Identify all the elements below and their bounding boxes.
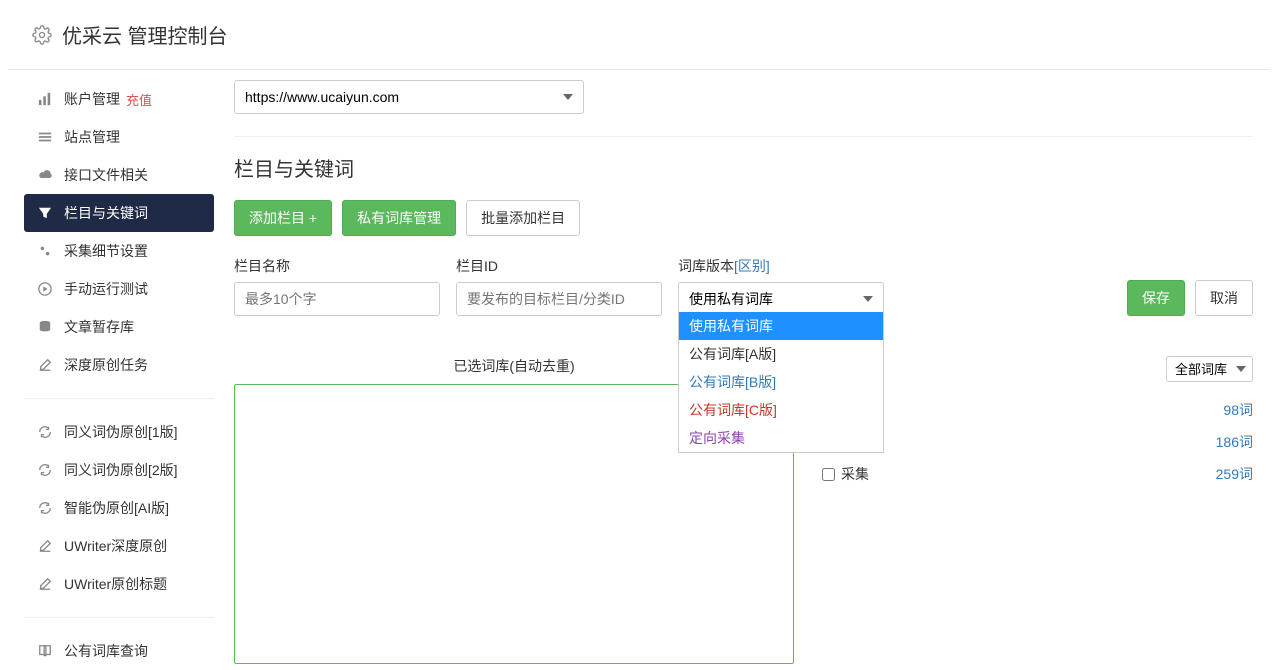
sidebar-item-label: 栏目与关键词 xyxy=(64,203,148,223)
column-name-input[interactable] xyxy=(234,282,440,316)
sidebar-item-label: 文章暂存库 xyxy=(64,317,134,337)
version-diff-link[interactable]: [区别] xyxy=(734,258,770,274)
sidebar-item-label: 同义词伪原创[2版] xyxy=(64,460,178,480)
gear-icon xyxy=(32,25,52,45)
section-title: 栏目与关键词 xyxy=(234,153,1253,182)
sidebar-item-label: UWriter深度原创 xyxy=(64,536,167,556)
save-button[interactable]: 保存 xyxy=(1127,280,1185,316)
edit-icon xyxy=(38,539,54,553)
sidebar-item-0-2[interactable]: 接口文件相关 xyxy=(24,156,214,194)
column-id-label: 栏目ID xyxy=(456,256,662,276)
refresh-icon xyxy=(38,463,54,477)
sidebar-item-label: 手动运行测试 xyxy=(64,279,148,299)
sidebar-item-0-3[interactable]: 栏目与关键词 xyxy=(24,194,214,232)
sidebar-item-1-3[interactable]: UWriter深度原创 xyxy=(24,527,214,565)
lib-row-0: 伪原创98词 xyxy=(822,394,1253,426)
sidebar-item-label: 深度原创任务 xyxy=(64,355,148,375)
lib-row-count[interactable]: 259词 xyxy=(1216,464,1253,484)
db-icon xyxy=(38,320,54,334)
play-icon xyxy=(38,282,54,296)
sidebar-item-2-0[interactable]: 公有词库查询 xyxy=(24,632,214,670)
sidebar-item-0-0[interactable]: 账户管理充值 xyxy=(24,80,214,118)
lib-row-1: 伪原创186词 xyxy=(822,426,1253,458)
refresh-icon xyxy=(38,425,54,439)
form-row: 栏目名称 栏目ID 词库版本[区别] 使用私有词库 使用私有词库公有词库[A版]… xyxy=(234,256,1253,316)
site-url-select[interactable]: https://www.ucaiyun.com xyxy=(234,80,584,114)
sidebar-item-1-1[interactable]: 同义词伪原创[2版] xyxy=(24,451,214,489)
version-option-1[interactable]: 公有词库[A版] xyxy=(679,340,883,368)
main-content: https://www.ucaiyun.com 栏目与关键词 添加栏目 + 私有… xyxy=(234,80,1253,670)
lib-row-count[interactable]: 98词 xyxy=(1223,400,1253,420)
version-option-2[interactable]: 公有词库[B版] xyxy=(679,368,883,396)
sidebar-item-label: 采集细节设置 xyxy=(64,241,148,261)
sidebar-item-label: 智能伪原创[AI版] xyxy=(64,498,169,518)
sidebar-item-1-0[interactable]: 同义词伪原创[1版] xyxy=(24,413,214,451)
sidebar-item-0-1[interactable]: 站点管理 xyxy=(24,118,214,156)
all-libs-panel: 全部词库 伪原创98词伪原创186词采集 259词 xyxy=(822,356,1253,490)
sidebar-item-1-4[interactable]: UWriter原创标题 xyxy=(24,565,214,603)
bulk-add-button[interactable]: 批量添加栏目 xyxy=(466,200,580,236)
gears-icon xyxy=(38,244,54,258)
sidebar-item-0-5[interactable]: 手动运行测试 xyxy=(24,270,214,308)
page-header: 优采云 管理控制台 xyxy=(8,0,1269,70)
sidebar-item-1-2[interactable]: 智能伪原创[AI版] xyxy=(24,489,214,527)
version-label: 词库版本[区别] xyxy=(678,256,884,276)
version-option-4[interactable]: 定向采集 xyxy=(679,424,883,452)
sidebar-item-0-7[interactable]: 深度原创任务 xyxy=(24,346,214,384)
version-option-3[interactable]: 公有词库[C版] xyxy=(679,396,883,424)
refresh-icon xyxy=(38,501,54,515)
lib-row-label: 采集 xyxy=(841,464,869,484)
lib-row-count[interactable]: 186词 xyxy=(1216,432,1253,452)
edit-icon xyxy=(38,358,54,372)
cloud-icon xyxy=(38,168,54,182)
version-option-0[interactable]: 使用私有词库 xyxy=(679,312,883,340)
recharge-badge[interactable]: 充值 xyxy=(126,90,152,109)
button-row: 添加栏目 + 私有词库管理 批量添加栏目 xyxy=(234,200,1253,236)
lib-row-2: 采集 259词 xyxy=(822,458,1253,490)
divider xyxy=(234,136,1253,137)
sidebar-item-label: 站点管理 xyxy=(64,127,120,147)
lib-row-checkbox[interactable] xyxy=(822,468,835,481)
sidebar: 账户管理充值站点管理接口文件相关栏目与关键词采集细节设置手动运行测试文章暂存库深… xyxy=(24,80,214,670)
sidebar-item-label: 账户管理 xyxy=(64,89,120,109)
column-id-input[interactable] xyxy=(456,282,662,316)
bar-chart-icon xyxy=(38,92,54,106)
sidebar-item-label: 同义词伪原创[1版] xyxy=(64,422,178,442)
layers-icon xyxy=(38,130,54,144)
version-dropdown: 使用私有词库公有词库[A版]公有词库[B版]公有词库[C版]定向采集 xyxy=(678,312,884,453)
filter-icon xyxy=(38,206,54,220)
version-select[interactable]: 使用私有词库 xyxy=(678,282,884,316)
sidebar-item-label: 接口文件相关 xyxy=(64,165,148,185)
book-icon xyxy=(38,644,54,658)
add-column-button[interactable]: 添加栏目 + xyxy=(234,200,332,236)
edit-icon xyxy=(38,577,54,591)
page-title: 优采云 管理控制台 xyxy=(62,20,228,49)
column-name-label: 栏目名称 xyxy=(234,256,440,276)
sidebar-item-label: UWriter原创标题 xyxy=(64,574,167,594)
private-lib-button[interactable]: 私有词库管理 xyxy=(342,200,456,236)
sidebar-item-0-6[interactable]: 文章暂存库 xyxy=(24,308,214,346)
sidebar-item-label: 公有词库查询 xyxy=(64,641,148,661)
sidebar-item-0-4[interactable]: 采集细节设置 xyxy=(24,232,214,270)
lib-filter-select[interactable]: 全部词库 xyxy=(1166,356,1253,382)
cancel-button[interactable]: 取消 xyxy=(1195,280,1253,316)
